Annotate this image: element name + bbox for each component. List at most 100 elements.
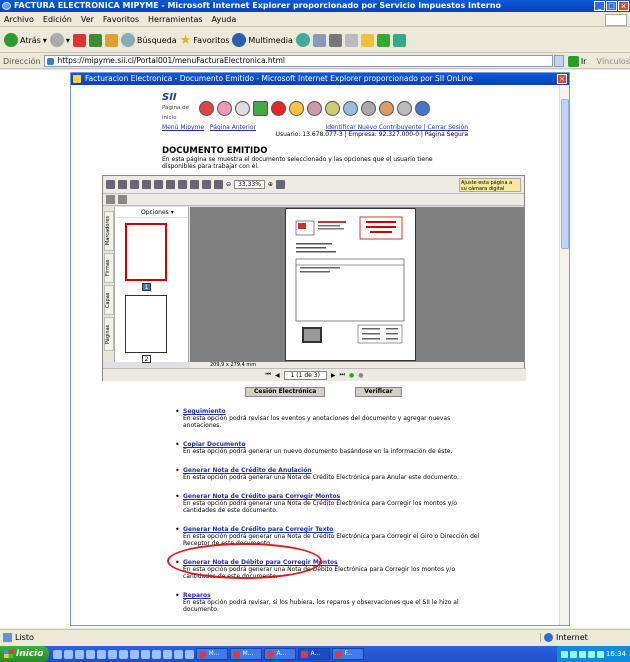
messenger-icon[interactable] (392, 33, 406, 47)
menu-favoritos[interactable]: Favoritos (103, 15, 139, 24)
menu-edicion[interactable]: Edición (43, 15, 72, 24)
quicklaunch-icon[interactable] (75, 649, 85, 659)
folder-icon[interactable] (360, 33, 374, 47)
chevron-down-icon[interactable]: ▾ (66, 36, 70, 45)
start-button[interactable]: Inicio (0, 646, 50, 662)
menu-circle-icon[interactable] (199, 100, 214, 116)
next-page-icon[interactable]: ▶ (331, 372, 336, 379)
zoom-tool-icon[interactable] (178, 180, 187, 189)
menu-circle-icon[interactable] (397, 100, 412, 116)
quicklaunch-icon[interactable] (53, 649, 63, 659)
close-button[interactable]: × (618, 1, 629, 11)
session-links[interactable]: Identificar Nuevo Contribuyente | Cerrar… (276, 124, 468, 131)
quicklaunch-icon[interactable] (141, 649, 151, 659)
menu-circle-icon[interactable] (325, 100, 340, 116)
taskbar-item[interactable]: A... (298, 648, 331, 660)
menu-herramientas[interactable]: Herramientas (148, 15, 203, 24)
popup-scrollbar[interactable] (559, 85, 569, 625)
zoom-field[interactable]: 33,33% (234, 180, 265, 189)
option-link-nc-montos[interactable]: Generar Nota de Crédito para Corregir Mo… (183, 493, 480, 500)
page-tool-icon[interactable] (118, 195, 127, 204)
option-link-copiar[interactable]: Copiar Documento (183, 441, 480, 448)
options-menu[interactable]: Opciones ▾ (115, 207, 188, 218)
home-icon[interactable] (104, 33, 118, 47)
menu-circle-icon[interactable] (289, 100, 304, 116)
edit-icon[interactable] (344, 33, 358, 47)
sii-logo[interactable]: SII Página de inicio (162, 93, 196, 123)
snapshot-icon[interactable] (166, 180, 175, 189)
fit-page-icon[interactable] (202, 180, 211, 189)
verificar-button[interactable]: Verificar (355, 387, 402, 397)
forward-view-icon[interactable]: ● (358, 372, 363, 379)
go-button[interactable]: Ir (581, 57, 587, 66)
print-icon[interactable] (118, 180, 127, 189)
select-text-icon[interactable] (154, 180, 163, 189)
zoom-out-icon[interactable]: ⊖ (226, 181, 231, 188)
refresh-icon[interactable] (88, 33, 102, 47)
zoom-in-icon[interactable]: ⊕ (268, 181, 273, 188)
option-link-nc-texto[interactable]: Generar Nota de Crédito para Corregir Te… (183, 526, 480, 533)
address-input[interactable]: https://mipyme.sii.cl/Portal001/menuFact… (44, 55, 554, 67)
quicklaunch-icon[interactable] (163, 649, 173, 659)
history-icon[interactable] (295, 33, 310, 47)
menu-ver[interactable]: Ver (81, 15, 94, 24)
quicklaunch-icon[interactable] (64, 649, 74, 659)
quicklaunch-icon[interactable] (152, 649, 162, 659)
search-icon[interactable] (130, 180, 139, 189)
tab-marcadores[interactable]: Marcadores (104, 211, 114, 251)
promo-banner[interactable]: Ajuste esta página a su cámara digital (459, 178, 521, 192)
menu-circle-icon[interactable] (343, 100, 358, 116)
alert-icon[interactable] (271, 100, 286, 116)
option-link-nc-anulacion[interactable]: Generar Nota de Crédito de Anulación (183, 467, 480, 474)
fit-width-icon[interactable] (214, 180, 223, 189)
clock[interactable]: 16:34 (606, 650, 626, 658)
previous-page-link[interactable]: Página Anterior (210, 124, 256, 131)
back-view-icon[interactable]: ● (349, 372, 354, 379)
tray-icon[interactable] (560, 650, 568, 658)
taskbar-item[interactable]: M... (230, 648, 263, 660)
quicklaunch-icon[interactable] (174, 649, 184, 659)
quicklaunch-icon[interactable] (185, 649, 195, 659)
mail-icon[interactable] (312, 33, 326, 47)
page-thumbnail[interactable] (125, 295, 167, 353)
tray-icon[interactable] (578, 650, 586, 658)
menu-circle-icon[interactable] (235, 100, 250, 116)
option-link-seguimiento[interactable]: Seguimiento (183, 408, 480, 415)
quicklaunch-icon[interactable] (86, 649, 96, 659)
menu-mipyme-link[interactable]: Menú Mipyme (162, 124, 204, 131)
favorites-button[interactable]: ★ Favoritos (180, 33, 230, 48)
clover-icon[interactable] (376, 33, 390, 47)
hand-tool-icon[interactable] (142, 180, 151, 189)
tab-firmas[interactable]: Firmas (104, 253, 114, 283)
menu-ayuda[interactable]: Ayuda (212, 15, 237, 24)
search-button[interactable]: Búsqueda (120, 33, 177, 47)
stop-icon[interactable] (72, 33, 86, 47)
prev-page-icon[interactable]: ◀ (275, 372, 280, 379)
cesion-electronica-button[interactable]: Cesión Electrónica (245, 387, 326, 397)
address-dropdown[interactable] (554, 55, 564, 67)
links-label[interactable]: Vínculos (596, 57, 630, 66)
go-icon[interactable] (567, 55, 579, 67)
option-link-reparos[interactable]: Reparos (183, 592, 480, 599)
save-icon[interactable] (106, 180, 115, 189)
chevron-down-icon[interactable]: ▾ (43, 36, 47, 45)
actual-size-icon[interactable] (190, 180, 199, 189)
menu-circle-icon[interactable] (415, 100, 430, 116)
page-tool-icon[interactable] (106, 195, 115, 204)
page-thumbnail[interactable] (125, 223, 167, 281)
last-page-icon[interactable]: ⏭ (340, 371, 345, 379)
quicklaunch-icon[interactable] (108, 649, 118, 659)
scroll-thumb[interactable] (561, 99, 569, 249)
quicklaunch-icon[interactable] (130, 649, 140, 659)
print-icon[interactable] (328, 33, 342, 47)
menu-circle-icon[interactable] (379, 100, 394, 116)
rotate-icon[interactable] (275, 180, 285, 189)
tray-icon[interactable] (569, 650, 577, 658)
tray-icon[interactable] (596, 650, 604, 658)
quicklaunch-icon[interactable] (97, 649, 107, 659)
maximize-button[interactable]: □ (606, 1, 617, 11)
popup-close-button[interactable]: × (557, 74, 567, 84)
tray-icon[interactable] (587, 650, 595, 658)
tab-capas[interactable]: Capas (104, 285, 114, 315)
forward-button[interactable]: ▾ (49, 33, 70, 47)
